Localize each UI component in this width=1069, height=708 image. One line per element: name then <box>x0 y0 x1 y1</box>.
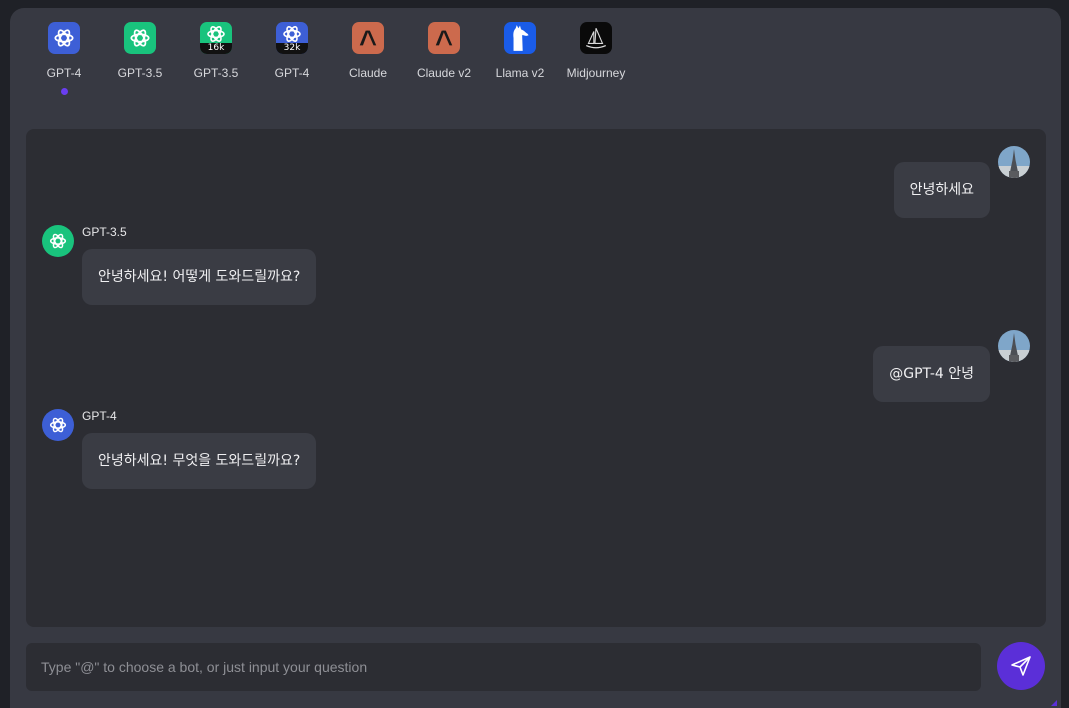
bot-label: GPT-3.5 <box>117 66 163 80</box>
question-input[interactable] <box>26 643 981 691</box>
message-bubble: 안녕하세요! 어떻게 도와드릴까요? <box>82 249 317 305</box>
midjourney-icon <box>580 22 612 54</box>
bot-option-gpt4[interactable]: GPT-4 <box>26 22 102 102</box>
user-message: 안녕하세요 <box>893 146 1030 218</box>
openai-icon <box>124 22 156 54</box>
anthropic-icon <box>352 22 384 54</box>
bot-option-claude-v2[interactable]: Claude v2 <box>406 22 482 102</box>
bot-option-llama-v2[interactable]: Llama v2 <box>482 22 558 102</box>
openai-icon: 32k <box>276 22 308 54</box>
bot-label: Claude v2 <box>416 66 472 80</box>
bot-message: GPT-3.5 안녕하세요! 어떻게 도와드릴까요? <box>42 225 317 305</box>
anthropic-icon <box>428 22 460 54</box>
user-message: @GPT-4 안녕 <box>873 330 1030 402</box>
bot-selector-bar: GPT-4 GPT-3.5 16k GPT-3.5 32k GPT-4 Clau… <box>26 22 634 102</box>
bot-option-midjourney[interactable]: Midjourney <box>558 22 634 102</box>
openai-icon: 16k <box>200 22 232 54</box>
context-size-badge: 16k <box>200 43 232 54</box>
user-avatar <box>998 146 1030 178</box>
message-bubble: 안녕하세요 <box>893 162 990 218</box>
bot-label: Claude <box>348 66 388 80</box>
context-size-badge: 32k <box>276 43 308 54</box>
bot-option-gpt4-32k[interactable]: 32k GPT-4 <box>254 22 330 102</box>
resize-handle[interactable] <box>1051 700 1057 706</box>
bot-label: GPT-4 <box>46 66 82 80</box>
message-bubble: 안녕하세요! 무엇을 도와드릴까요? <box>82 433 317 489</box>
bot-label: Midjourney <box>566 66 626 80</box>
chat-messages-area[interactable]: 안녕하세요 GPT-3.5 안녕하세요! 어떻게 도와드릴까요? @GPT-4 … <box>26 129 1046 627</box>
openai-icon <box>48 22 80 54</box>
bot-label: GPT-3.5 <box>193 66 239 80</box>
chat-app-window: GPT-4 GPT-3.5 16k GPT-3.5 32k GPT-4 Clau… <box>10 8 1061 708</box>
message-bubble: @GPT-4 안녕 <box>873 346 990 402</box>
bot-option-gpt35[interactable]: GPT-3.5 <box>102 22 178 102</box>
bot-option-gpt35-16k[interactable]: 16k GPT-3.5 <box>178 22 254 102</box>
llama-icon <box>504 22 536 54</box>
send-button[interactable] <box>997 642 1045 690</box>
bot-name: GPT-4 <box>82 409 117 423</box>
send-icon <box>1011 656 1031 676</box>
openai-icon <box>42 409 74 441</box>
bot-name: GPT-3.5 <box>82 225 127 239</box>
openai-icon <box>42 225 74 257</box>
question-input-container <box>26 643 981 691</box>
bot-option-claude[interactable]: Claude <box>330 22 406 102</box>
bot-label: GPT-4 <box>274 66 310 80</box>
user-avatar <box>998 330 1030 362</box>
bot-message: GPT-4 안녕하세요! 무엇을 도와드릴까요? <box>42 409 317 489</box>
active-bot-indicator <box>60 88 68 95</box>
bot-label: Llama v2 <box>495 66 545 80</box>
